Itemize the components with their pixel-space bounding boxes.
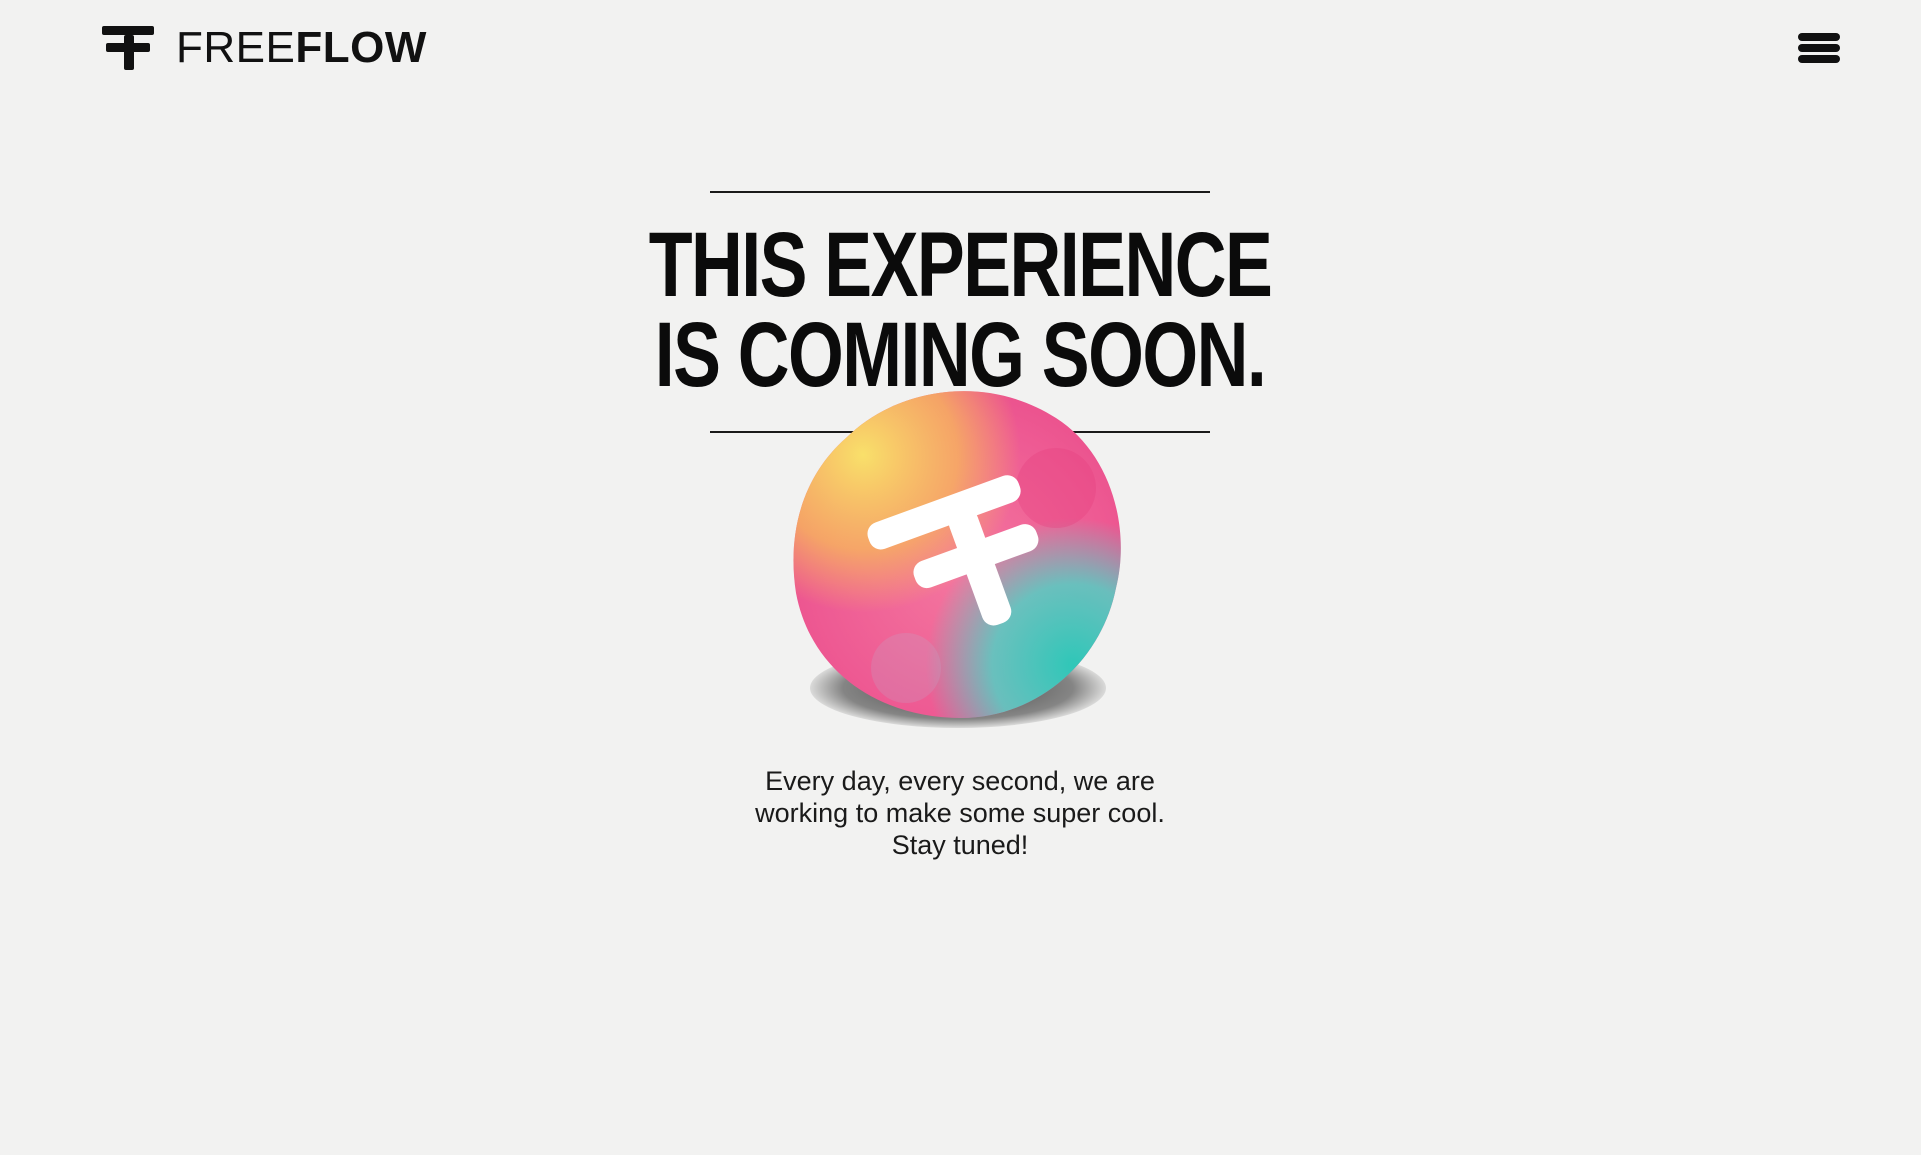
brand-name-light: FREE	[176, 23, 296, 72]
home-logo-link[interactable]: FREEFLOW	[102, 26, 427, 70]
freeflow-watercolor-badge-icon	[780, 378, 1140, 738]
headline-line-1: THIS EXPERIENCE	[648, 214, 1273, 316]
message-line-3: Stay tuned!	[891, 830, 1029, 860]
coming-soon-message: Every day, every second, we are working …	[660, 765, 1260, 861]
badge-graphic	[793, 391, 1121, 719]
site-header: FREEFLOW	[0, 0, 1921, 100]
brand-name: FREEFLOW	[176, 26, 427, 70]
hamburger-menu-icon[interactable]	[1798, 30, 1842, 66]
headline-top-divider	[710, 191, 1210, 193]
page-headline: THIS EXPERIENCE IS COMING SOON.	[648, 214, 1273, 401]
message-line-2: working to make some super cool.	[755, 798, 1165, 828]
freeflow-logo-icon	[102, 26, 154, 70]
message-line-1: Every day, every second, we are	[765, 766, 1155, 796]
brand-name-bold: FLOW	[295, 23, 427, 72]
